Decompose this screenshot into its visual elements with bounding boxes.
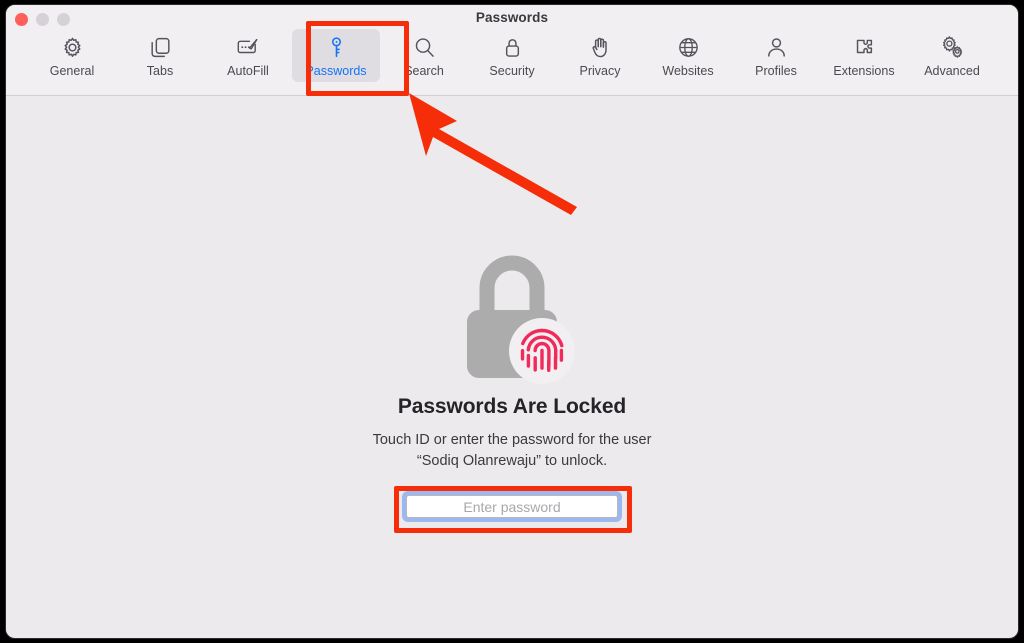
password-focus-ring (402, 491, 622, 522)
hand-icon (588, 34, 613, 60)
key-icon (324, 34, 349, 60)
toolbar-label-privacy: Privacy (579, 64, 621, 78)
toolbar-label-profiles: Profiles (755, 64, 797, 78)
toolbar-label-extensions: Extensions (833, 64, 895, 78)
page-title: Passwords Are Locked (397, 395, 627, 418)
toolbar-item-tabs[interactable]: Tabs (116, 29, 204, 82)
toolbar-label-passwords: Passwords (305, 64, 367, 78)
puzzle-icon (852, 34, 877, 60)
toolbar-item-general[interactable]: General (28, 29, 116, 82)
toolbar-item-advanced[interactable]: Advanced (908, 29, 996, 82)
toolbar-item-search[interactable]: Search (380, 29, 468, 82)
gear-icon (60, 34, 85, 60)
locked-padlock-with-fingerprint-icon (6, 250, 1018, 385)
toolbar-label-autofill: AutoFill (227, 64, 269, 78)
padlock-icon (500, 34, 525, 60)
unlock-instructions-line1: Touch ID or enter the password for the u… (372, 432, 652, 448)
toolbar-item-privacy[interactable]: Privacy (556, 29, 644, 82)
preferences-window: Passwords General Tabs AutoFill Password… (5, 4, 1019, 639)
unlock-instructions: Touch ID or enter the password for the u… (6, 430, 1018, 472)
toolbar-item-profiles[interactable]: Profiles (732, 29, 820, 82)
toolbar-label-general: General (49, 64, 95, 78)
magnifier-icon (412, 34, 437, 60)
password-field-row (6, 491, 1018, 522)
autofill-icon (235, 34, 261, 60)
toolbar-item-websites[interactable]: Websites (644, 29, 732, 82)
gears-icon (939, 34, 965, 60)
tabs-icon (148, 34, 173, 60)
toolbar-label-search: Search (404, 64, 444, 78)
toolbar-label-websites: Websites (662, 64, 714, 78)
toolbar-item-security[interactable]: Security (468, 29, 556, 82)
password-input[interactable] (406, 495, 618, 518)
titlebar: Passwords General Tabs AutoFill Password… (6, 5, 1018, 96)
toolbar-item-autofill[interactable]: AutoFill (204, 29, 292, 82)
toolbar-item-passwords[interactable]: Passwords (292, 29, 380, 82)
preferences-toolbar: General Tabs AutoFill Passwords Search S… (6, 29, 1018, 82)
globe-icon (676, 34, 701, 60)
screen: Passwords General Tabs AutoFill Password… (0, 0, 1024, 643)
content-area: Passwords Are Locked Touch ID or enter t… (6, 96, 1018, 637)
unlock-instructions-line2: “Sodiq Olanrewaju” to unlock. (416, 453, 608, 469)
toolbar-label-security: Security (489, 64, 535, 78)
toolbar-item-extensions[interactable]: Extensions (820, 29, 908, 82)
toolbar-label-tabs: Tabs (146, 64, 174, 78)
toolbar-label-advanced: Advanced (924, 64, 980, 78)
person-icon (764, 34, 789, 60)
window-title: Passwords (475, 10, 549, 25)
